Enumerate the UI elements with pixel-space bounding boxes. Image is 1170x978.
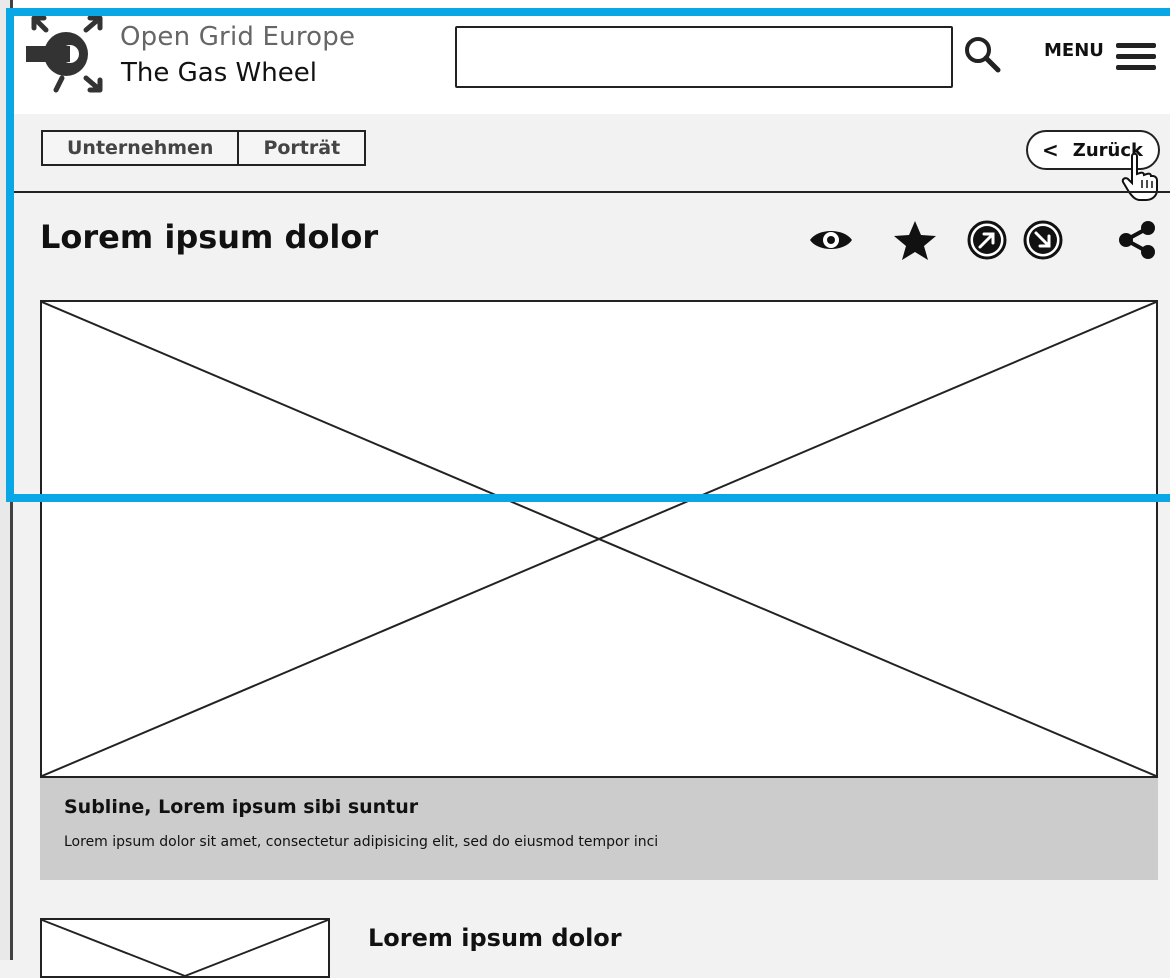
arrow-up-right-circle-icon[interactable] (964, 218, 1010, 262)
teaser-image-placeholder[interactable] (40, 918, 330, 978)
share-icon[interactable] (1114, 218, 1160, 262)
caption-text: Lorem ipsum dolor sit amet, consectetur … (64, 834, 659, 850)
hero-image-placeholder (40, 300, 1158, 778)
search-input[interactable] (455, 26, 953, 88)
page-gutter (0, 0, 10, 960)
hand-pointer-icon (1120, 152, 1160, 202)
brand-name: Open Grid Europe (120, 22, 356, 52)
breadcrumb-item-unternehmen[interactable]: Unternehmen (41, 130, 240, 166)
hamburger-menu-icon[interactable] (1114, 40, 1158, 74)
teaser-title[interactable]: Lorem ipsum dolor (368, 924, 622, 952)
breadcrumb: Unternehmen Porträt (41, 130, 367, 166)
header-divider (13, 191, 1170, 193)
brand-tagline: The Gas Wheel (121, 58, 317, 88)
arrow-down-right-circle-icon[interactable] (1020, 218, 1066, 262)
caption-title: Subline, Lorem ipsum sibi suntur (64, 796, 419, 818)
gas-wheel-logo-icon[interactable] (26, 14, 118, 94)
star-icon[interactable] (892, 218, 938, 262)
eye-icon[interactable] (808, 218, 854, 262)
breadcrumb-item-portraet[interactable]: Porträt (239, 130, 367, 166)
image-caption (40, 778, 1158, 880)
menu-label[interactable]: MENU (1044, 40, 1104, 61)
page-title: Lorem ipsum dolor (40, 218, 379, 256)
chevron-left-icon: < (1042, 138, 1059, 162)
search-icon[interactable] (962, 34, 1002, 74)
page-edge-line (10, 0, 13, 960)
